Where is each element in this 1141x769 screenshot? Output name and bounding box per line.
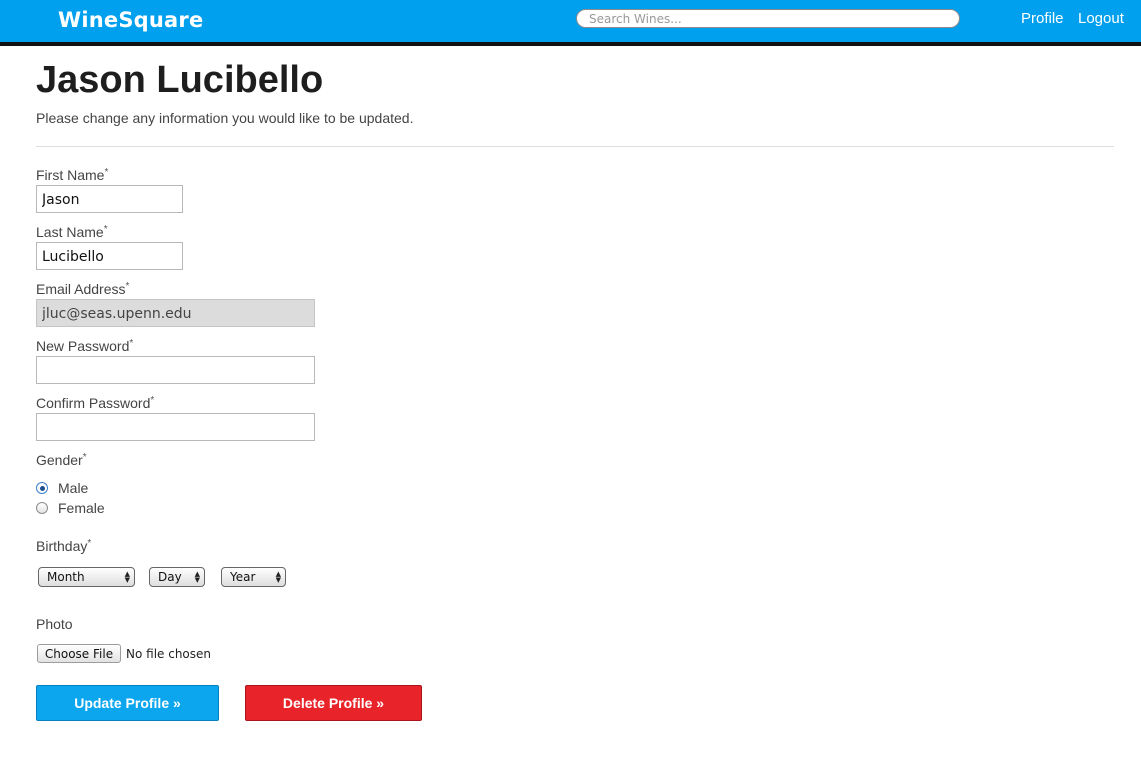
last-name-label: Last Name* — [36, 224, 108, 240]
required-mark: * — [87, 538, 92, 549]
required-mark: * — [125, 281, 130, 292]
select-arrows-icon: ▲ ▼ — [194, 570, 200, 584]
page-subtitle: Please change any information you would … — [36, 110, 414, 126]
birthday-label: Birthday* — [36, 538, 92, 554]
new-password-label: New Password* — [36, 338, 134, 354]
birthday-month-select[interactable]: Month ▲ ▼ — [38, 567, 135, 587]
file-status-text: No file chosen — [126, 647, 212, 661]
email-field — [36, 299, 315, 327]
header-divider — [36, 146, 1114, 147]
photo-label: Photo — [36, 616, 73, 632]
radio-button-female[interactable] — [36, 502, 48, 514]
select-arrows-icon: ▲ ▼ — [124, 570, 130, 584]
birthday-day-select[interactable]: Day ▲ ▼ — [149, 567, 205, 587]
email-label: Email Address* — [36, 281, 130, 297]
choose-file-button[interactable]: Choose File — [37, 644, 121, 663]
gender-label: Gender* — [36, 452, 87, 468]
confirm-password-field[interactable] — [36, 413, 315, 441]
gender-option-female[interactable]: Female — [36, 499, 105, 517]
gender-option-male[interactable]: Male — [36, 479, 88, 497]
birthday-year-select[interactable]: Year ▲ ▼ — [221, 567, 286, 587]
new-password-field[interactable] — [36, 356, 315, 384]
last-name-field[interactable] — [36, 242, 183, 270]
required-mark: * — [103, 224, 108, 235]
delete-profile-button[interactable]: Delete Profile » — [245, 685, 422, 721]
search-input[interactable] — [576, 9, 960, 28]
first-name-label: First Name* — [36, 167, 109, 183]
required-mark: * — [82, 452, 87, 463]
top-navbar: WineSquare Profile Logout — [0, 0, 1141, 46]
required-mark: * — [150, 395, 155, 406]
gender-option-label: Female — [58, 500, 105, 516]
profile-link[interactable]: Profile — [1021, 10, 1064, 27]
required-mark: * — [104, 167, 109, 178]
brand-logo[interactable]: WineSquare — [58, 8, 203, 32]
gender-option-label: Male — [58, 480, 89, 496]
logout-link[interactable]: Logout — [1078, 10, 1124, 27]
confirm-password-label: Confirm Password* — [36, 395, 155, 411]
page-title: Jason Lucibello — [36, 59, 324, 101]
required-mark: * — [129, 338, 134, 349]
update-profile-button[interactable]: Update Profile » — [36, 685, 219, 721]
radio-button-male[interactable] — [36, 482, 48, 494]
first-name-field[interactable] — [36, 185, 183, 213]
select-arrows-icon: ▲ ▼ — [275, 570, 281, 584]
